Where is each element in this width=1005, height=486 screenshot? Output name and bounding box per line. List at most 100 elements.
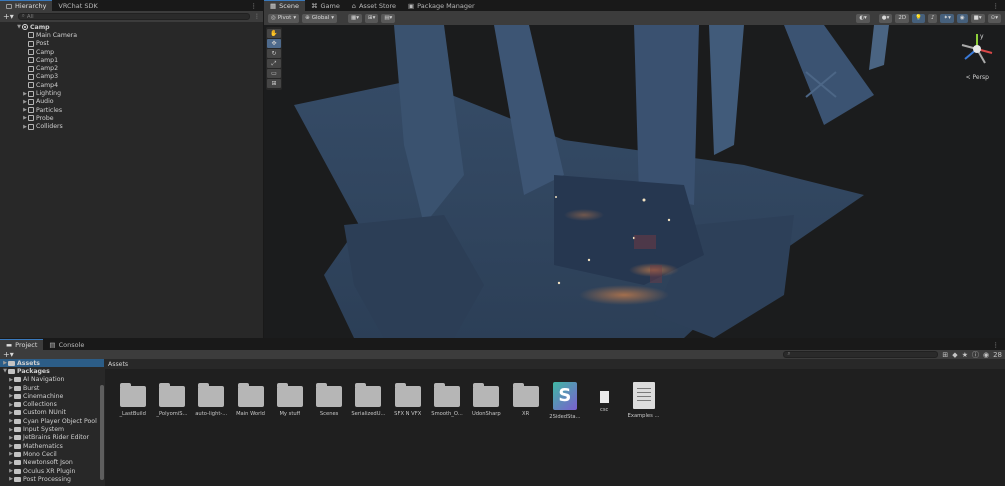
tab-console[interactable]: ▤ Console (43, 339, 90, 350)
filter-label-icon[interactable]: ◆ (952, 351, 957, 359)
folder-icon (14, 377, 21, 383)
filter-type-icon[interactable]: ⊞ (942, 351, 948, 359)
project-tree-item[interactable]: ▶ Burst (0, 384, 104, 392)
gameobject-icon (28, 98, 34, 105)
info-icon[interactable]: ⓘ (972, 350, 979, 360)
project-tree-item[interactable]: ▶ Collections (0, 400, 104, 408)
gameobject-icon (28, 123, 34, 130)
tab-project[interactable]: ▬ Project (0, 339, 44, 350)
asset-item[interactable]: Main World (231, 382, 270, 430)
add-icon[interactable]: +▾ (3, 12, 14, 21)
snap-increment-button[interactable]: ⊞▾ (364, 13, 379, 23)
pivot-dropdown[interactable]: ◎ Pivot ▾ (268, 13, 300, 23)
move-tool-icon[interactable]: ✥ (267, 39, 281, 48)
project-tree-item[interactable]: ▶ Assets (0, 359, 104, 368)
hierarchy-item[interactable]: Post (0, 40, 263, 48)
asset-item[interactable]: _PolyomiS... (152, 382, 191, 430)
project-tree-item[interactable]: ▶ Custom NUnit (0, 409, 104, 417)
asset-item[interactable]: My stuff (270, 382, 309, 430)
tab-hierarchy[interactable]: Hierarchy (0, 0, 53, 11)
project-tree-item[interactable]: ▶ Input System (0, 425, 104, 433)
hierarchy-item[interactable]: ▶ Lighting (0, 89, 263, 97)
tab-scene[interactable]: ▦ Scene (264, 0, 305, 11)
project-tree-item[interactable]: ▶ Cyan Player Object Pool (0, 417, 104, 425)
tab-vrchat-sdk[interactable]: VRChat SDK (52, 0, 103, 11)
lock-icon[interactable]: ⋮ (245, 0, 264, 11)
breadcrumb[interactable]: Assets (105, 359, 1005, 369)
scene-menu-icon[interactable]: ⋮ (987, 0, 1005, 11)
settings-icon[interactable]: ⋮ (254, 13, 260, 20)
lighting-toggle-icon[interactable]: 💡 (912, 13, 925, 23)
hierarchy-tab-icon (6, 3, 12, 9)
hierarchy-search-input[interactable]: ⌕ All (17, 13, 250, 20)
gizmos-dropdown[interactable]: ⊙▾ (987, 13, 1001, 23)
project-tree-item[interactable]: ▼ Packages (0, 367, 104, 375)
tab-game[interactable]: ⌘ Game (305, 0, 346, 11)
folder-icon (198, 383, 225, 407)
project-tree-item[interactable]: ▶ Cinemachine (0, 392, 104, 400)
global-dropdown[interactable]: ⊕ Global ▾ (302, 13, 338, 23)
hidden-objects-icon[interactable]: ◉ (956, 13, 968, 23)
asset-label: 2SidedSta... (549, 414, 581, 420)
tab-asset-store[interactable]: ⌂ Asset Store (346, 0, 402, 11)
scene-toolbar: ◎ Pivot ▾ ⊕ Global ▾ ▦▾ ⊞▾ ▤▾ ◐▾ ●▾ 2D 💡 ♪ ✦… (264, 11, 1005, 25)
asset-item[interactable]: _LastBuild (113, 382, 152, 430)
asset-item[interactable]: Examples ... (624, 382, 663, 430)
asset-item[interactable]: Smooth_O... (427, 382, 466, 430)
perspective-toggle[interactable]: < Persp (966, 74, 989, 81)
rect-tool-icon[interactable]: ▭ (267, 69, 281, 78)
audio-toggle-icon[interactable]: ♪ (927, 13, 938, 23)
asset-item[interactable]: SFX N VFX (388, 382, 427, 430)
project-tree-item[interactable]: ▶ Newtonsoft Json (0, 459, 104, 467)
orientation-gizmo-icon[interactable]: y (959, 31, 995, 67)
effects-dropdown[interactable]: ✦▾ (940, 13, 954, 23)
hierarchy-root[interactable]: ▼ Camp (0, 23, 263, 31)
project-tree-item[interactable]: ▶ AI Navigation (0, 376, 104, 384)
toggle-2d-button[interactable]: 2D (895, 13, 910, 23)
transform-tool-icon[interactable]: ⊞ (267, 79, 281, 88)
hierarchy-item[interactable]: ▶ Colliders (0, 123, 263, 131)
project-tree-item[interactable]: ▶ Mathematics (0, 442, 104, 450)
hierarchy-item[interactable]: Camp1 (0, 56, 263, 64)
tab-package-manager[interactable]: ▣ Package Manager (402, 0, 481, 11)
shading-dropdown[interactable]: ●▾ (878, 13, 893, 23)
project-tree-item[interactable]: ▶ Oculus XR Plugin (0, 467, 104, 475)
favorite-icon[interactable]: ★ (962, 351, 968, 359)
asset-item[interactable]: S 2SidedSta... (545, 382, 584, 430)
asset-label: _LastBuild (119, 411, 146, 417)
folder-icon (158, 383, 185, 407)
hand-tool-icon[interactable]: ✋ (267, 29, 281, 38)
gameobject-icon (28, 115, 34, 122)
asset-item[interactable]: XR (506, 382, 545, 430)
hierarchy-item[interactable]: Camp4 (0, 81, 263, 89)
hierarchy-item[interactable]: ▶ Audio (0, 98, 263, 106)
scene-viewport[interactable]: ✋ ✥ ↻ ⤢ ▭ ⊞ y < Persp (264, 25, 1005, 338)
asset-item[interactable]: Scenes (309, 382, 348, 430)
camera-dropdown[interactable]: ■▾ (970, 13, 985, 23)
hierarchy-item[interactable]: Camp2 (0, 64, 263, 72)
draw-mode-dropdown[interactable]: ◐▾ (856, 13, 870, 23)
scale-tool-icon[interactable]: ⤢ (267, 59, 281, 68)
folder-icon (14, 476, 21, 482)
create-icon[interactable]: +▾ (3, 350, 14, 359)
project-tree-item[interactable]: ▶ JetBrains Rider Editor (0, 434, 104, 442)
rotate-tool-icon[interactable]: ↻ (267, 49, 281, 58)
render-dropdown[interactable]: ▤▾ (381, 13, 396, 23)
hierarchy-item[interactable]: ▶ Probe (0, 114, 263, 122)
hierarchy-item[interactable]: Camp3 (0, 73, 263, 81)
project-lock-icon[interactable]: ⋮ (987, 339, 1005, 350)
project-tree-scrollbar[interactable] (100, 385, 104, 480)
project-search-input[interactable]: ⌕ (783, 351, 939, 358)
asset-item[interactable]: csc (585, 382, 624, 430)
grid-snap-button[interactable]: ▦▾ (348, 13, 362, 23)
hidden-packages-icon[interactable]: ◉ (983, 351, 989, 359)
hierarchy-item[interactable]: ▶ Particles (0, 106, 263, 114)
asset-label: csc (600, 407, 609, 413)
asset-item[interactable]: UdonSharp (467, 382, 506, 430)
asset-item[interactable]: SerializedU... (349, 382, 388, 430)
project-tree-item[interactable]: ▶ Post Processing (0, 475, 104, 483)
hierarchy-item[interactable]: Camp (0, 48, 263, 56)
hierarchy-item[interactable]: Main Camera (0, 31, 263, 39)
asset-item[interactable]: auto-light-... (192, 382, 231, 430)
project-tree-item[interactable]: ▶ Mono Cecil (0, 450, 104, 458)
